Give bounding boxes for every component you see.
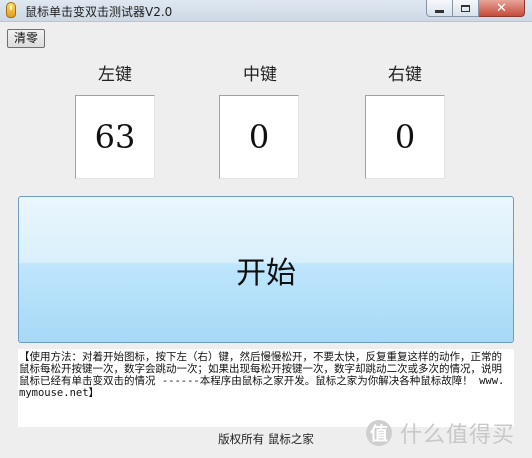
left-button-label: 左键 xyxy=(98,65,132,85)
start-button[interactable]: 开始 xyxy=(18,196,514,343)
close-button[interactable]: ✕ xyxy=(479,0,525,17)
watermark: 值 什么值得买 xyxy=(366,418,515,448)
maximize-button[interactable] xyxy=(453,0,479,17)
close-icon: ✕ xyxy=(496,0,507,16)
instructions-text: 【使用方法：对着开始图标，按下左（右）键，然后慢慢松开，不要太快，反复重复这样的… xyxy=(18,349,514,427)
app-window: 鼠标单击变双击测试器V2.0 ✕ 清零 左键 中键 右键 63 0 0 开始 【… xyxy=(0,0,532,458)
maximize-icon xyxy=(461,4,470,12)
minimize-button[interactable] xyxy=(426,0,453,17)
left-click-count: 63 xyxy=(75,95,155,179)
right-button-label: 右键 xyxy=(388,65,422,85)
window-title: 鼠标单击变双击测试器V2.0 xyxy=(25,5,173,19)
minimize-icon xyxy=(435,9,444,13)
title-bar[interactable]: 鼠标单击变双击测试器V2.0 ✕ xyxy=(0,0,532,22)
watermark-text: 什么值得买 xyxy=(400,423,516,448)
middle-button-label: 中键 xyxy=(243,65,277,85)
start-button-label: 开始 xyxy=(236,255,296,291)
mouse-icon xyxy=(6,2,16,18)
watermark-logo-icon: 值 xyxy=(366,420,392,446)
right-click-count: 0 xyxy=(365,95,445,179)
clear-button[interactable]: 清零 xyxy=(7,29,45,48)
middle-click-count: 0 xyxy=(219,95,299,179)
